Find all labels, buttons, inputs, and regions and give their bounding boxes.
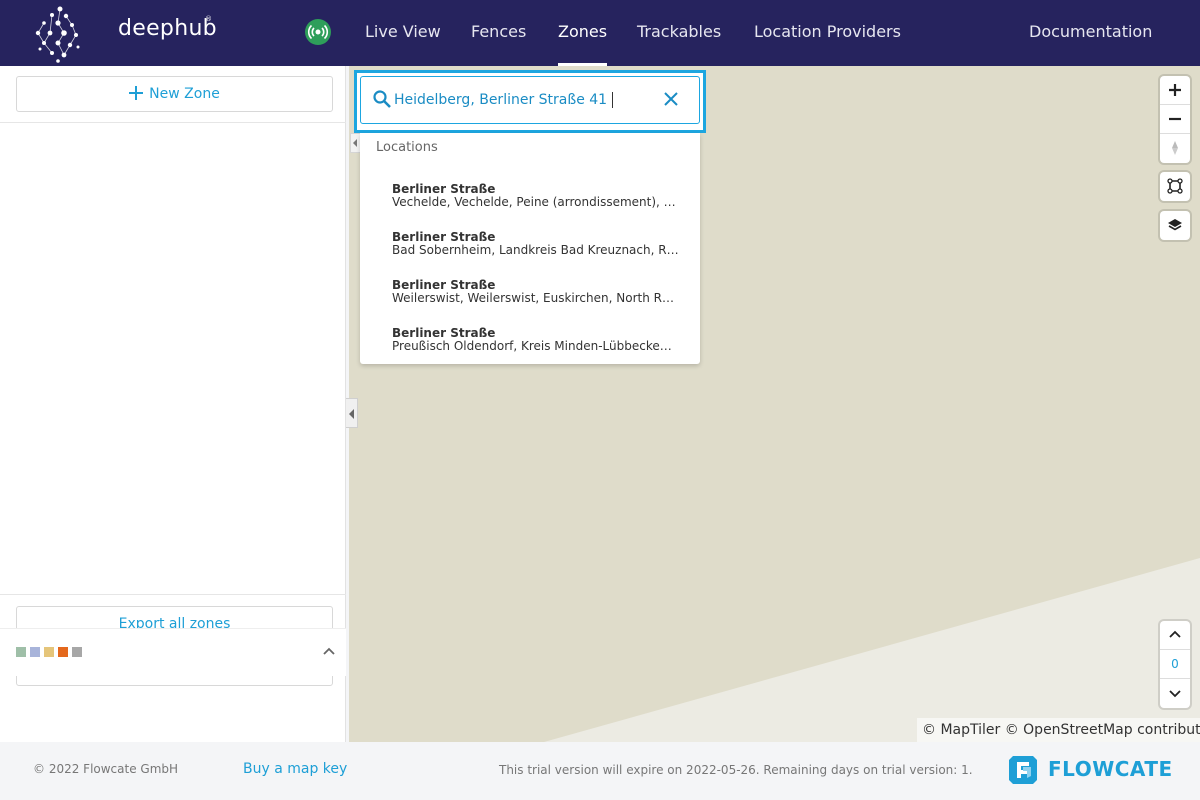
flowcate-wordmark: FLOWCATE: [1048, 757, 1173, 781]
close-icon[interactable]: [662, 90, 680, 108]
chevron-up-icon: [1169, 630, 1181, 638]
plus-icon: [129, 86, 144, 100]
nav-location-providers[interactable]: Location Providers: [754, 0, 901, 66]
reset-bearing-button[interactable]: [1160, 134, 1190, 163]
connection-status-icon[interactable]: [305, 19, 331, 45]
result-title: Berliner Straße: [392, 326, 496, 340]
layers-control: [1160, 211, 1190, 240]
nav-documentation[interactable]: Documentation: [1029, 0, 1152, 66]
new-zone-button[interactable]: New Zone: [16, 76, 333, 112]
copyright-text: © 2022 Flowcate GmbH: [33, 762, 179, 776]
trial-notice: This trial version will expire on 2022-0…: [499, 763, 973, 777]
legend-swatch: [30, 647, 40, 657]
zoom-out-button[interactable]: [1160, 105, 1190, 134]
level-down-button[interactable]: [1160, 679, 1190, 708]
legend-swatch: [72, 647, 82, 657]
result-title: Berliner Straße: [392, 230, 496, 244]
results-header: Locations: [376, 140, 438, 155]
text-cursor: [612, 92, 613, 108]
buy-map-key-link[interactable]: Buy a map key: [243, 761, 347, 777]
search-result-item[interactable]: Berliner Straße Weilerswist, Weilerswist…: [360, 278, 700, 326]
map-attribution[interactable]: © MapTiler © OpenStreetMap contributors: [917, 718, 1200, 742]
zoom-in-button[interactable]: [1160, 76, 1190, 105]
result-subtitle: Weilerswist, Weilerswist, Euskirchen, No…: [392, 291, 674, 305]
registered-mark: ®: [205, 15, 212, 23]
new-zone-label: New Zone: [149, 86, 220, 102]
polygon-draw-icon: [1167, 178, 1183, 194]
chevron-down-icon: [1169, 690, 1181, 698]
search-results-dropdown: Locations Berliner Straße Vechelde, Vech…: [360, 133, 700, 364]
sidebar-collapse-handle[interactable]: [346, 398, 358, 428]
legend-swatch: [44, 647, 54, 657]
nav-trackables[interactable]: Trackables: [637, 0, 721, 66]
search-result-item[interactable]: Berliner Straße Vechelde, Vechelde, Pein…: [360, 182, 700, 230]
divider: [0, 122, 346, 123]
top-navigation-bar: deephub ® Live View Fences Zones Trackab…: [0, 0, 1200, 66]
floor-level-control: 0: [1160, 621, 1190, 708]
legend-swatch: [16, 647, 26, 657]
legend-swatch: [58, 647, 68, 657]
divider: [0, 594, 346, 595]
deephub-logo-icon: [35, 6, 80, 63]
zoom-controls: [1160, 76, 1190, 163]
compass-icon: [1172, 141, 1178, 155]
footer: © 2022 Flowcate GmbH Buy a map key This …: [0, 742, 1200, 800]
level-indicator: 0: [1160, 650, 1190, 679]
minus-icon: [1169, 117, 1181, 121]
flowcate-logo-icon: [1009, 756, 1037, 784]
layers-button[interactable]: [1160, 211, 1190, 240]
level-up-button[interactable]: [1160, 621, 1190, 650]
draw-control: [1160, 172, 1190, 201]
result-subtitle: Vechelde, Vechelde, Peine (arrondissemen…: [392, 195, 676, 209]
nav-fences[interactable]: Fences: [471, 0, 526, 66]
nav-live-view[interactable]: Live View: [365, 0, 441, 66]
logo-wordmark: deephub: [118, 16, 217, 41]
nav-zones[interactable]: Zones: [541, 0, 624, 66]
draw-polygon-button[interactable]: [1160, 172, 1190, 201]
result-title: Berliner Straße: [392, 182, 496, 196]
deephub-logo[interactable]: deephub ®: [30, 3, 217, 63]
plus-icon: [1169, 84, 1181, 96]
search-result-item[interactable]: Berliner Straße Preußisch Oldendorf, Kre…: [360, 326, 700, 374]
search-icon: [373, 90, 391, 108]
location-search-input[interactable]: [394, 88, 654, 112]
search-result-item[interactable]: Berliner Straße Bad Sobernheim, Landkrei…: [360, 230, 700, 278]
chevron-up-icon[interactable]: [322, 646, 336, 656]
result-title: Berliner Straße: [392, 278, 496, 292]
result-subtitle: Preußisch Oldendorf, Kreis Minden-Lübbec…: [392, 339, 672, 353]
chevron-left-icon[interactable]: [350, 133, 360, 153]
layers-icon: [1168, 219, 1182, 231]
broadcast-icon: [307, 24, 329, 40]
result-subtitle: Bad Sobernheim, Landkreis Bad Kreuznach,…: [392, 243, 679, 257]
